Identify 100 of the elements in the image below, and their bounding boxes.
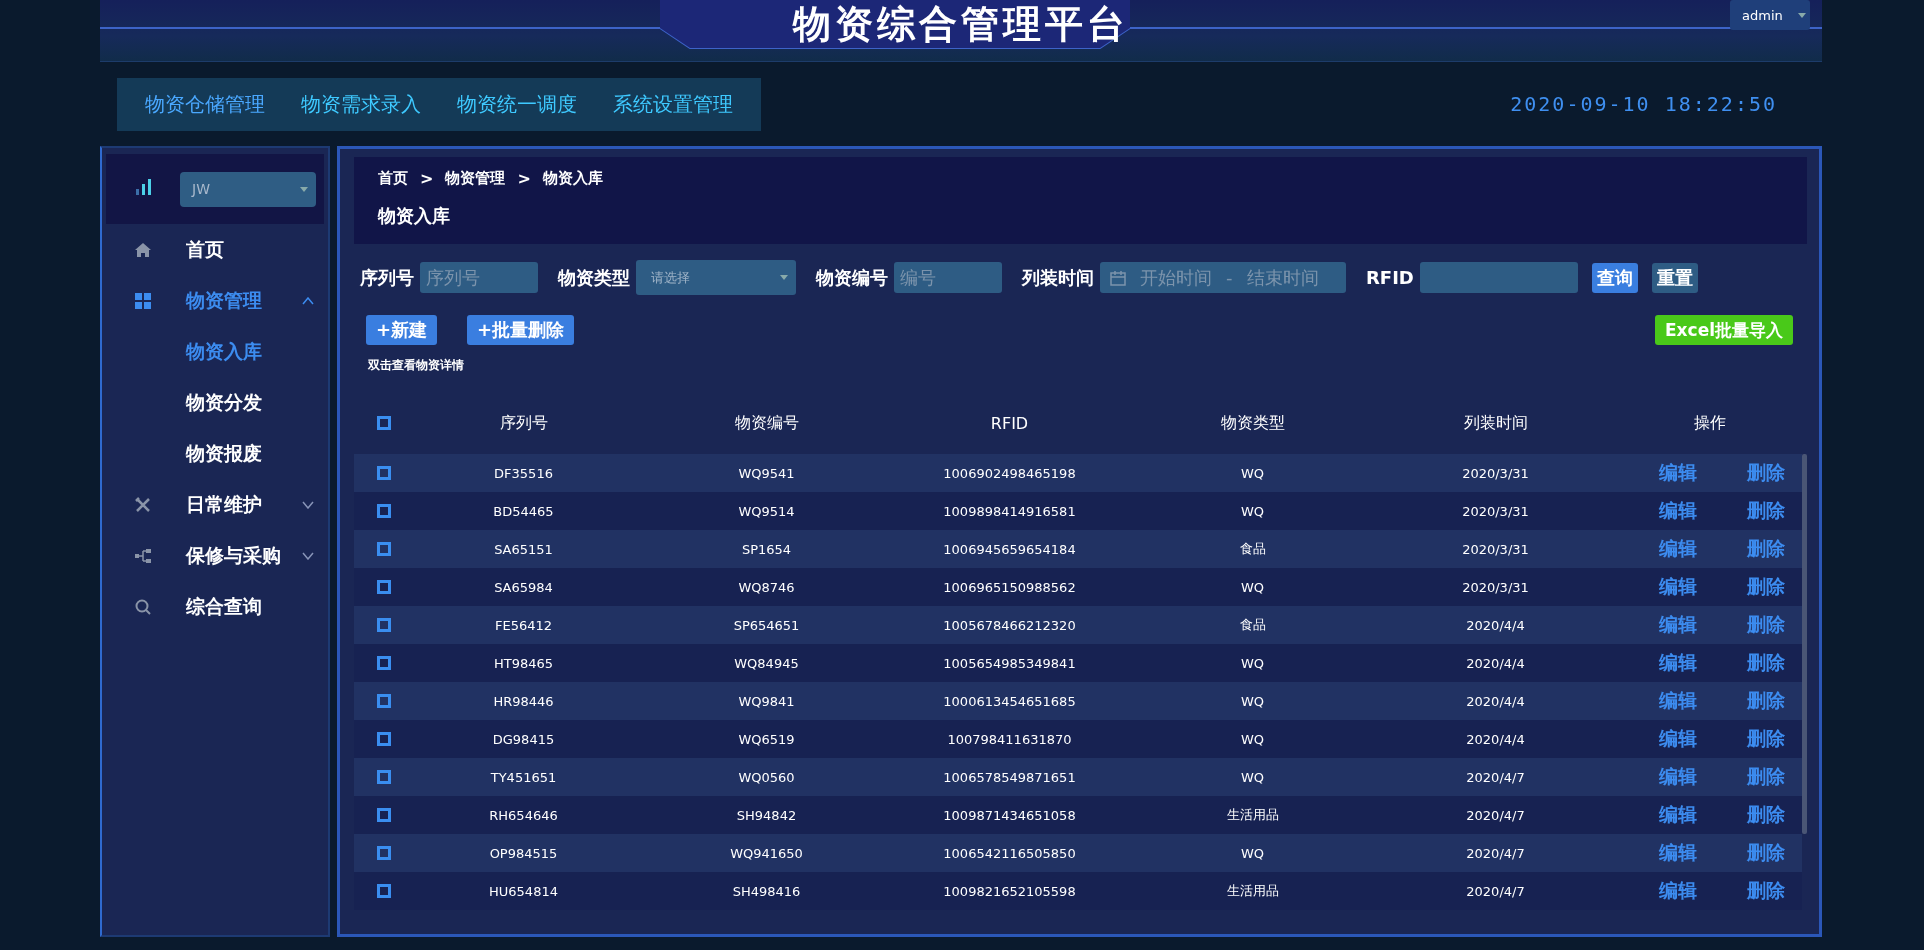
delete-link[interactable]: 删除 [1746,688,1785,714]
scrollbar[interactable] [1802,454,1807,834]
breadcrumb-link[interactable]: 物资管理 [445,169,506,188]
table-row[interactable]: RH654646 SH94842 1009871434651058 生活用品 2020/4/7 编辑 删除 [354,796,1802,834]
nav-tab[interactable]: 系统设置管理 [595,77,751,131]
edit-link[interactable]: 编辑 [1658,574,1697,600]
input-field[interactable]: 序列号 [420,262,538,293]
nav-tab[interactable]: 物资统一调度 [439,77,595,131]
delete-link[interactable]: 删除 [1746,802,1785,828]
table-cell-text: 2020/4/7 [1465,769,1526,785]
checkbox[interactable] [377,504,391,518]
edit-link[interactable]: 编辑 [1658,726,1697,752]
table-cell-text: WQ [1239,655,1266,671]
table-row[interactable]: SA65151 SP1654 1006945659654184 食品 2020/3/31 编辑 删除 [354,530,1802,568]
table-cell-text: 2020/4/4 [1465,731,1526,747]
edit-link[interactable]: 编辑 [1658,650,1697,676]
sidebar-item[interactable]: 综合查询 [102,581,328,632]
table-cell-text: SP654651 [732,617,801,633]
input-field[interactable] [1419,262,1578,293]
delete-link[interactable]: 删除 [1746,764,1785,790]
sidebar-subitem[interactable]: 物资入库 [102,326,328,377]
checkbox[interactable] [377,770,391,784]
column-header: 物资编号 [733,412,800,434]
checkbox[interactable] [377,466,391,480]
query-button[interactable]: 查询 [1591,262,1638,293]
delete-link[interactable]: 删除 [1746,650,1785,676]
table-row[interactable]: HR98446 WQ9841 1000613454651685 WQ 2020/4/4 编辑 删除 [354,682,1802,720]
checkbox[interactable] [377,808,391,822]
checkbox[interactable] [377,416,391,430]
table-cell-text: 2020/4/4 [1465,693,1526,709]
table-row[interactable]: BD54465 WQ9514 1009898414916581 WQ 2020/3/31 编辑 删除 [354,492,1802,530]
delete-link[interactable]: 删除 [1746,574,1785,600]
table-cell-text: WQ [1239,769,1266,785]
edit-link[interactable]: 编辑 [1658,612,1697,638]
table-row[interactable]: DG98415 WQ6519 100798411631870 WQ 2020/4/4 编辑 删除 [354,720,1802,758]
reset-button[interactable]: 重置 [1651,262,1698,293]
table-row[interactable]: DF35516 WQ9541 1006902498465198 WQ 2020/3/31 编辑 删除 [354,454,1802,492]
table-cell-text: WQ941650 [729,845,804,861]
checkbox[interactable] [377,656,391,670]
checkbox[interactable] [377,846,391,860]
nav-tab[interactable]: 物资仓储管理 [127,77,283,131]
delete-link[interactable]: 删除 [1746,840,1785,866]
table-cell-text: BD54465 [492,503,555,519]
table-cell-text: SA65151 [493,541,554,557]
table-cell-text: WQ84945 [733,655,800,671]
checkbox[interactable] [377,732,391,746]
sidebar-item[interactable]: 首页 [102,224,328,275]
checkbox[interactable] [377,884,391,898]
sidebar-subitem[interactable]: 物资报废 [102,428,328,479]
breadcrumb-link[interactable]: 首页 [378,169,408,188]
sidebar-subitem[interactable]: 物资分发 [102,377,328,428]
calendar-icon [1110,269,1126,286]
table-cell-text: 食品 [1238,616,1267,634]
edit-link[interactable]: 编辑 [1658,764,1697,790]
checkbox[interactable] [377,618,391,632]
select-field[interactable]: 请选择 [636,260,796,295]
edit-link[interactable]: 编辑 [1658,878,1697,904]
table-row[interactable]: FE56412 SP654651 1005678466212320 食品 2020/4/4 编辑 删除 [354,606,1802,644]
table-row[interactable]: SA65984 WQ8746 1006965150988562 WQ 2020/3/31 编辑 删除 [354,568,1802,606]
date-range-field[interactable]: 开始时间 - 结束时间 [1100,262,1346,293]
table-cell-text: HT98465 [492,655,555,671]
delete-link[interactable]: 删除 [1746,612,1785,638]
edit-link[interactable]: 编辑 [1658,498,1697,524]
table-row[interactable]: HU654814 SH498416 1009821652105598 生活用品 2020/4/7 编辑 删除 [354,872,1802,910]
new-button[interactable]: +新建 [366,315,438,345]
table-row[interactable]: OP984515 WQ941650 1006542116505850 WQ 2020/4/7 编辑 删除 [354,834,1802,872]
sidebar-item[interactable]: 保修与采购 [102,530,328,581]
table-cell-text: 1006578549871651 [942,769,1077,785]
checkbox[interactable] [377,580,391,594]
sidebar-item[interactable]: 物资管理 [102,275,328,326]
delete-link[interactable]: 删除 [1746,498,1785,524]
input-field[interactable]: 编号 [894,262,1002,293]
user-dropdown[interactable]: admin [1730,0,1810,30]
delete-link[interactable]: 删除 [1746,460,1785,486]
table-cell-text: 2020/4/7 [1465,807,1526,823]
table-row[interactable]: TY451651 WQ0560 1006578549871651 WQ 2020/4/7 编辑 删除 [354,758,1802,796]
table-cell-text: 2020/3/31 [1461,503,1530,519]
end-time-placeholder: 结束时间 [1246,265,1319,290]
edit-link[interactable]: 编辑 [1658,536,1697,562]
edit-link[interactable]: 编辑 [1658,840,1697,866]
range-separator: - [1226,267,1233,288]
table-cell-text: 1000613454651685 [942,693,1077,709]
delete-link[interactable]: 删除 [1746,536,1785,562]
batch-delete-button[interactable]: +批量删除 [467,315,575,345]
table-cell-text: WQ8746 [737,579,796,595]
delete-link[interactable]: 删除 [1746,726,1785,752]
delete-link[interactable]: 删除 [1746,878,1785,904]
checkbox[interactable] [377,694,391,708]
edit-link[interactable]: 编辑 [1658,688,1697,714]
breadcrumb-link[interactable]: 物资入库 [542,169,603,188]
checkbox[interactable] [377,542,391,556]
table-row[interactable]: HT98465 WQ84945 1005654985349841 WQ 2020/4/4 编辑 删除 [354,644,1802,682]
org-dropdown[interactable]: JW [180,171,316,207]
table-cell-text: 生活用品 [1225,806,1280,824]
edit-link[interactable]: 编辑 [1658,802,1697,828]
edit-link[interactable]: 编辑 [1658,460,1697,486]
table-cell-text: 2020/4/7 [1465,883,1526,899]
table-cell-text: WQ [1239,579,1266,595]
sidebar-item[interactable]: 日常维护 [102,479,328,530]
nav-tab[interactable]: 物资需求录入 [283,77,439,131]
